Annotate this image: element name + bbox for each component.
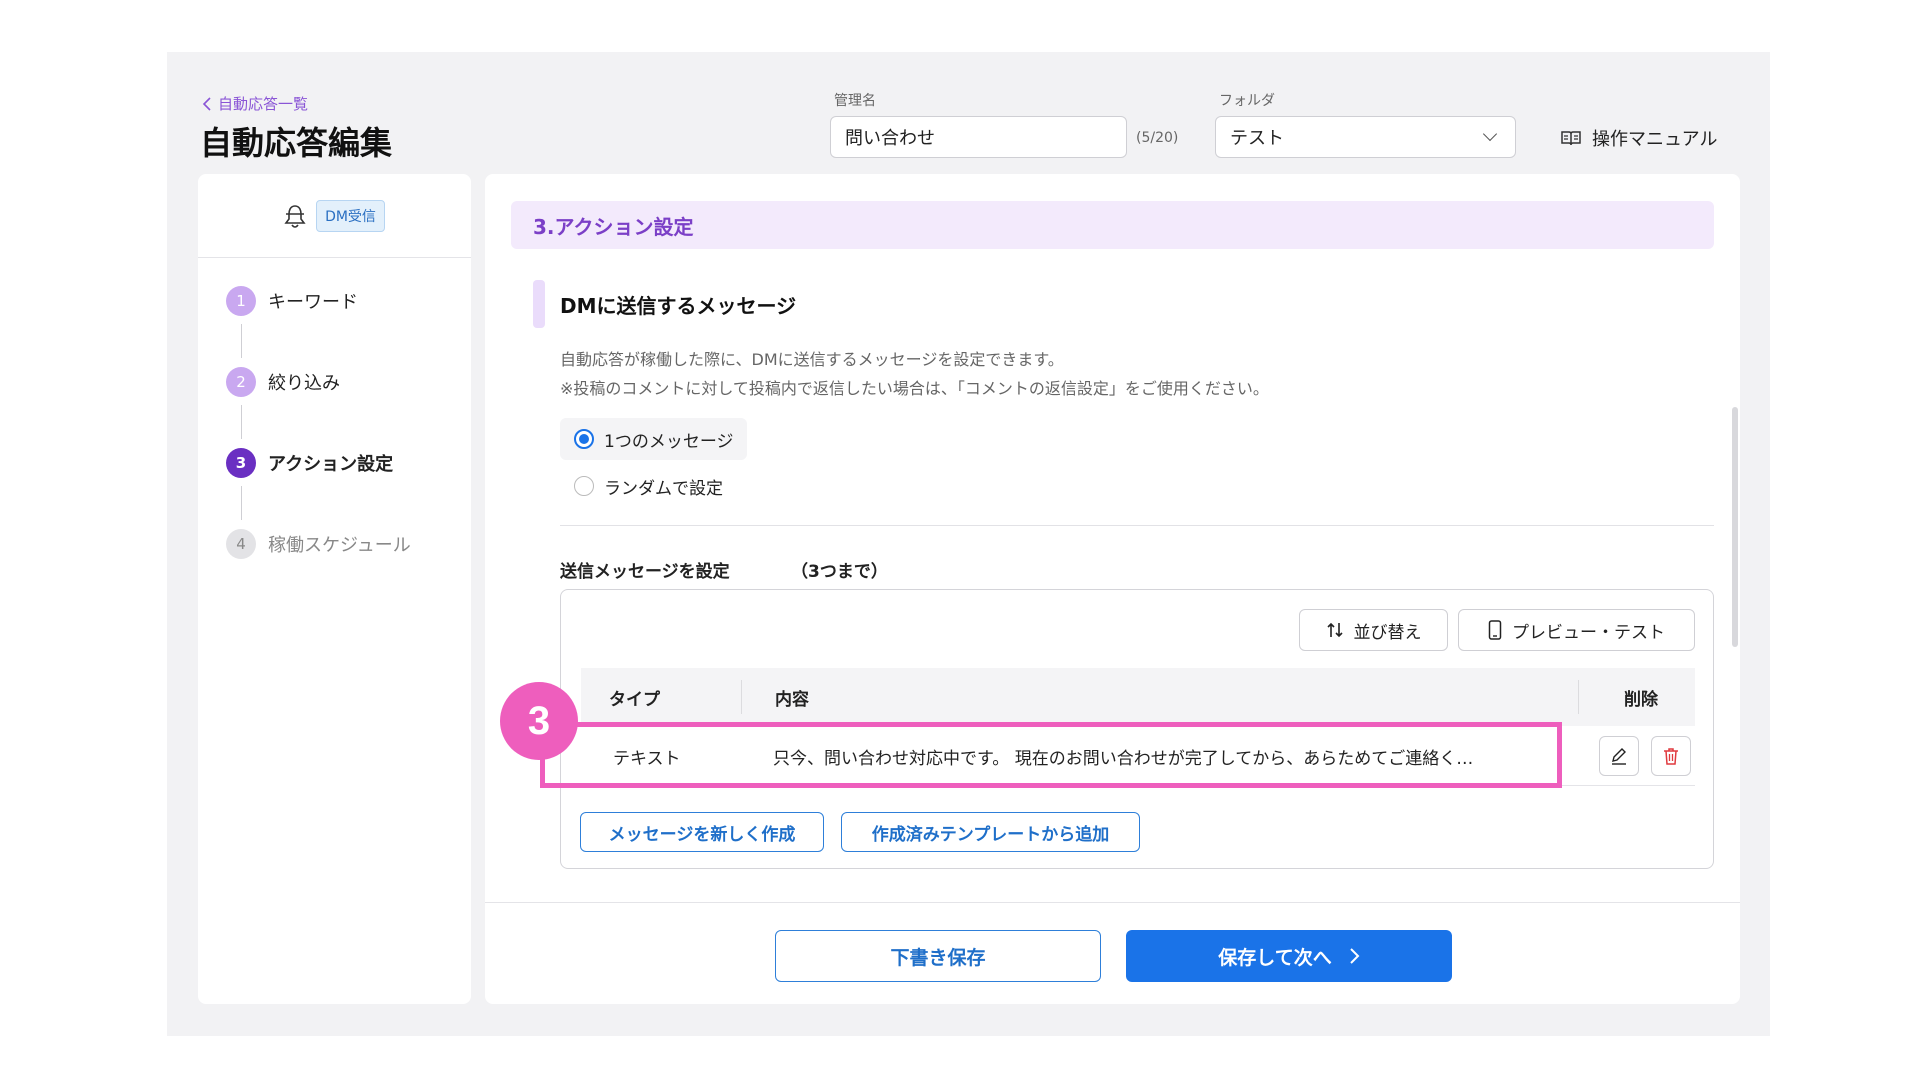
chevron-down-icon [1482, 126, 1498, 142]
back-link-label: 自動応答一覧 [218, 95, 309, 113]
radio-checked-icon [574, 429, 594, 449]
annotation-step-marker: 3 [500, 682, 578, 760]
section-title: 3.アクション設定 [511, 201, 1714, 249]
radio-unchecked-icon [574, 476, 594, 496]
folder-select-value: テスト [1230, 128, 1284, 149]
sort-icon [1326, 622, 1343, 638]
annotation-highlight-box [540, 722, 1562, 788]
chevron-right-icon [1350, 948, 1360, 964]
name-field-label: 管理名 [834, 93, 876, 109]
back-link[interactable]: 自動応答一覧 [202, 93, 308, 114]
step-keyword[interactable]: 1 キーワード [226, 286, 358, 316]
folder-field-label: フォルダ [1219, 93, 1275, 109]
chevron-left-icon [202, 96, 211, 111]
table-header: タイプ 内容 削除 [581, 668, 1695, 726]
trash-icon [1664, 748, 1678, 765]
add-template-button[interactable]: 作成済みテンプレートから追加 [841, 812, 1140, 852]
new-message-button[interactable]: メッセージを新しく作成 [580, 812, 824, 852]
book-icon [1561, 131, 1581, 146]
manual-link[interactable]: 操作マニュアル [1560, 125, 1717, 151]
description-line-2: ※投稿のコメントに対して投稿内で返信したい場合は、「コメントの返信設定」をご使用… [560, 379, 1269, 398]
col-content: 内容 [775, 689, 809, 710]
radio-random[interactable]: ランダムで設定 [560, 465, 737, 507]
name-input[interactable] [830, 116, 1127, 158]
save-next-button[interactable]: 保存して次へ [1126, 930, 1452, 982]
trigger-badge: DM受信 [316, 199, 385, 232]
messages-label: 送信メッセージを設定 [560, 562, 730, 582]
delete-button[interactable] [1651, 736, 1691, 776]
step-connector [241, 405, 242, 439]
radio-single-message[interactable]: 1つのメッセージ [560, 418, 748, 460]
col-divider [1578, 680, 1579, 714]
step-label: 稼働スケジュール [268, 535, 411, 556]
step-action[interactable]: 3 アクション設定 [226, 448, 393, 478]
step-number: 4 [226, 529, 256, 559]
preview-test-button[interactable]: プレビュー・テスト [1458, 609, 1695, 651]
messages-limit: （3つまで） [791, 562, 888, 582]
footer-divider [485, 902, 1740, 903]
step-number: 2 [226, 367, 256, 397]
preview-button-label: プレビュー・テスト [1512, 622, 1665, 643]
divider [560, 525, 1714, 526]
sort-button-label: 並び替え [1353, 622, 1422, 643]
col-type: タイプ [609, 689, 660, 710]
step-connector [241, 324, 242, 358]
pencil-icon [1612, 748, 1626, 765]
subsection-title: DMに送信するメッセージ [560, 294, 797, 318]
folder-select[interactable]: テスト [1215, 116, 1516, 158]
sort-button[interactable]: 並び替え [1299, 609, 1448, 651]
smartphone-icon [1488, 620, 1502, 640]
step-number: 3 [226, 448, 256, 478]
step-filter[interactable]: 2 絞り込み [226, 367, 340, 397]
scrollbar[interactable] [1732, 407, 1738, 647]
manual-label: 操作マニュアル [1592, 129, 1718, 150]
step-label: アクション設定 [268, 454, 394, 475]
page-title: 自動応答編集 [200, 124, 393, 162]
description-line-1: 自動応答が稼働した際に、DMに送信するメッセージを設定できます。 [560, 350, 1064, 369]
radio-label: ランダムで設定 [604, 478, 723, 499]
app-frame: 自動応答一覧 自動応答編集 管理名 (5/20) フォルダ テスト 操作マニュア… [167, 52, 1770, 1036]
trigger-summary: DM受信 [198, 174, 471, 258]
step-label: キーワード [268, 292, 358, 313]
name-char-counter: (5/20) [1136, 130, 1179, 146]
step-sidebar: DM受信 1 キーワード 2 絞り込み 3 アクション設定 4 稼働スケジュール [198, 174, 471, 1004]
col-divider [741, 680, 742, 714]
radio-label: 1つのメッセージ [604, 431, 734, 452]
save-next-label: 保存して次へ [1218, 946, 1332, 969]
col-delete: 削除 [1624, 689, 1658, 710]
action-settings-panel: 3.アクション設定 DMに送信するメッセージ 自動応答が稼働した際に、DMに送信… [485, 174, 1740, 1004]
step-number: 1 [226, 286, 256, 316]
step-connector [241, 486, 242, 520]
bell-icon [284, 204, 306, 228]
subsection-accent [533, 280, 545, 328]
step-label: 絞り込み [268, 373, 340, 394]
edit-button[interactable] [1599, 736, 1639, 776]
save-draft-button[interactable]: 下書き保存 [775, 930, 1101, 982]
step-schedule[interactable]: 4 稼働スケジュール [226, 529, 411, 559]
